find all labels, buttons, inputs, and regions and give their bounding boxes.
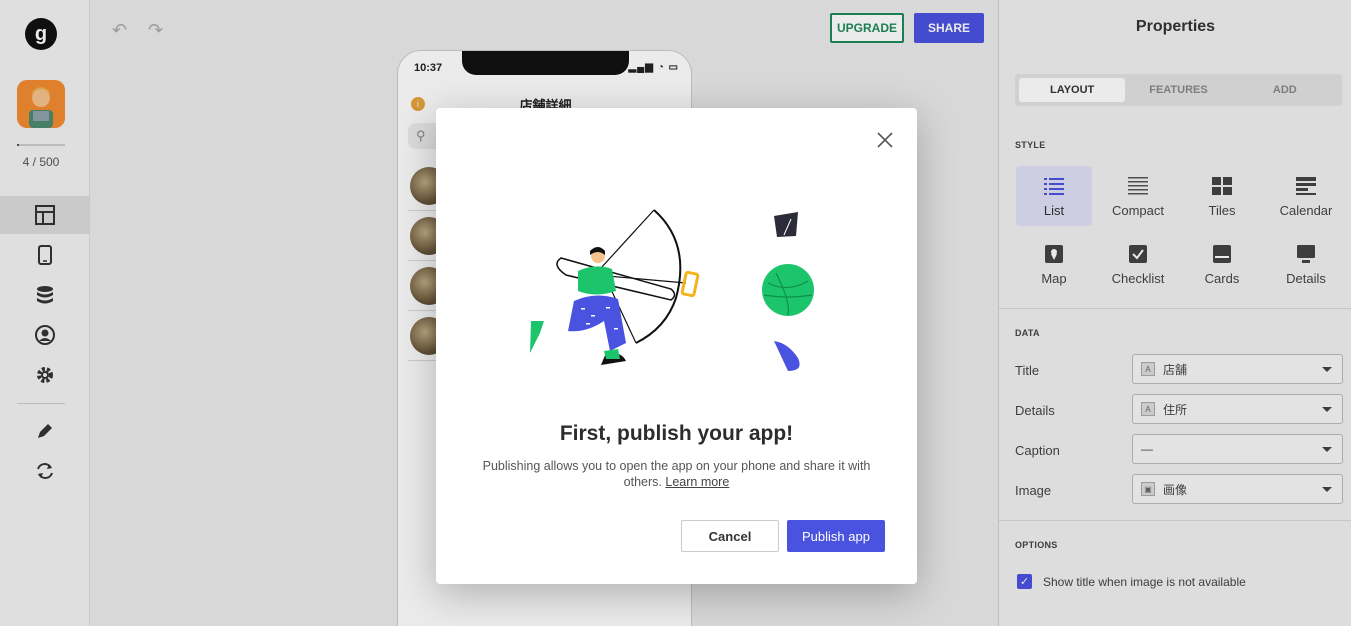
close-icon[interactable] xyxy=(875,130,895,150)
archer-illustration xyxy=(530,209,814,371)
publish-app-button[interactable]: Publish app xyxy=(787,520,885,552)
publish-dialog: First, publish your app! Publishing allo… xyxy=(436,108,917,584)
learn-more-link[interactable]: Learn more xyxy=(665,475,729,489)
dialog-title: First, publish your app! xyxy=(559,422,794,445)
dialog-description: Publishing allows you to open the app on… xyxy=(466,458,887,490)
cancel-button[interactable]: Cancel xyxy=(681,520,779,552)
